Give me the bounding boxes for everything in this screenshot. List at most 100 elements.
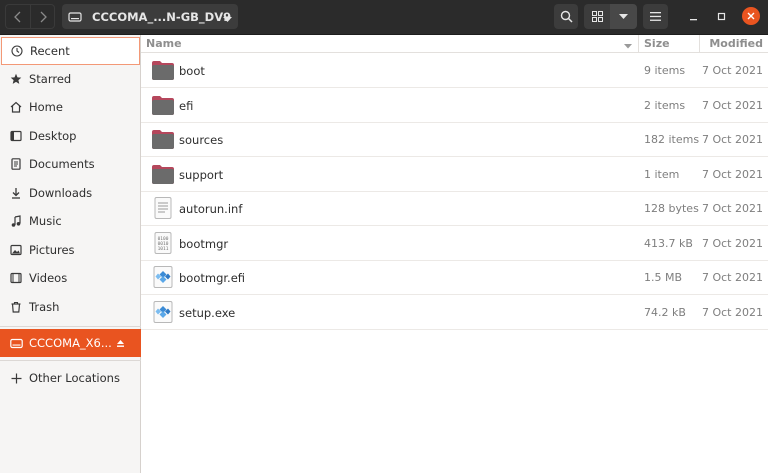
pictures-icon	[9, 243, 23, 257]
caret-down-icon	[223, 12, 232, 26]
videos-icon	[9, 271, 23, 285]
file-size: 128 bytes	[644, 202, 699, 215]
grid-view-button[interactable]	[584, 4, 610, 29]
path-bar-button[interactable]: CCCOMA_...N-GB_DV9	[62, 4, 238, 29]
file-row[interactable]: sources 182 items 7 Oct 2021	[141, 122, 768, 157]
close-icon	[747, 12, 755, 20]
caret-down-icon	[619, 13, 628, 19]
file-name: autorun.inf	[179, 202, 243, 216]
file-modified: 7 Oct 2021	[701, 237, 763, 250]
folder-icon	[152, 130, 174, 149]
plus-icon	[9, 371, 23, 385]
desktop-icon	[9, 129, 23, 143]
file-modified: 7 Oct 2021	[701, 99, 763, 112]
binary-file-icon: 010000101011	[154, 232, 172, 254]
sidebar-item-home[interactable]: Home	[0, 93, 141, 121]
file-name: bootmgr.efi	[179, 271, 246, 285]
file-modified: 7 Oct 2021	[701, 202, 763, 215]
grid-icon	[591, 11, 603, 22]
sidebar-item-label: Documents	[29, 157, 95, 171]
file-name: efi	[179, 99, 194, 113]
column-name-header[interactable]: Name	[146, 37, 182, 50]
file-size: 9 items	[644, 64, 686, 77]
file-name: setup.exe	[179, 306, 236, 320]
trash-icon	[9, 300, 23, 314]
drive-icon	[68, 11, 82, 23]
sidebar-item-label: Trash	[29, 300, 60, 314]
file-name: sources	[179, 133, 224, 147]
executable-file-icon	[153, 301, 173, 323]
sidebar-divider	[0, 360, 141, 361]
file-row[interactable]: autorun.inf 128 bytes 7 Oct 2021	[141, 191, 768, 226]
file-size: 2 items	[644, 99, 686, 112]
sidebar-item-pictures[interactable]: Pictures	[0, 236, 141, 264]
file-row[interactable]: efi 2 items 7 Oct 2021	[141, 88, 768, 123]
sidebar-item-label: Desktop	[29, 129, 77, 143]
hamburger-icon	[650, 12, 661, 21]
file-row[interactable]: setup.exe 74.2 kB 7 Oct 2021	[141, 295, 768, 330]
column-divider	[699, 35, 700, 53]
menu-button[interactable]	[643, 4, 668, 29]
clock-icon	[10, 44, 24, 58]
sidebar-item-documents[interactable]: Documents	[0, 150, 141, 178]
file-name: boot	[179, 64, 205, 78]
file-modified: 7 Oct 2021	[701, 133, 763, 146]
executable-file-icon	[153, 266, 173, 288]
folder-icon	[152, 165, 174, 184]
column-divider	[638, 35, 639, 53]
file-size: 1.5 MB	[644, 271, 683, 284]
drive-icon	[9, 336, 23, 350]
minimize-icon	[689, 19, 697, 21]
sidebar-item-label: Music	[29, 214, 62, 228]
file-name: support	[179, 168, 224, 182]
sidebar-item-recent[interactable]: Recent	[1, 37, 140, 65]
text-file-icon	[154, 197, 172, 219]
folder-icon	[152, 96, 174, 115]
column-header: Name Size Modified	[141, 35, 768, 53]
sidebar-item-drive[interactable]: CCCOMA_X6...	[0, 329, 141, 357]
sidebar-item-label: Recent	[30, 44, 70, 58]
search-button[interactable]	[554, 4, 578, 29]
sidebar-item-other-locations[interactable]: Other Locations	[0, 364, 141, 392]
folder-icon	[152, 61, 174, 80]
documents-icon	[9, 157, 23, 171]
header-bar: CCCOMA_...N-GB_DV9	[0, 0, 768, 35]
sidebar-item-desktop[interactable]: Desktop	[0, 122, 141, 150]
forward-button[interactable]	[30, 4, 55, 29]
file-list: Name Size Modified boot 9 items 7 Oct 20…	[141, 35, 768, 473]
close-button[interactable]	[742, 7, 760, 25]
sidebar-item-label: CCCOMA_X6...	[29, 336, 112, 350]
download-icon	[9, 186, 23, 200]
column-modified-header[interactable]: Modified	[709, 37, 763, 50]
file-row[interactable]: support 1 item 7 Oct 2021	[141, 157, 768, 192]
sidebar-item-trash[interactable]: Trash	[0, 293, 141, 321]
chevron-left-icon	[14, 11, 21, 22]
sidebar-divider	[0, 326, 141, 327]
sidebar-item-downloads[interactable]: Downloads	[0, 179, 141, 207]
column-size-header[interactable]: Size	[644, 37, 670, 50]
sidebar: Recent Starred Home Desktop Documents Do…	[0, 35, 141, 473]
sidebar-item-starred[interactable]: Starred	[0, 65, 141, 93]
file-row[interactable]: boot 9 items 7 Oct 2021	[141, 53, 768, 88]
back-button[interactable]	[5, 4, 30, 29]
file-modified: 7 Oct 2021	[701, 168, 763, 181]
home-icon	[9, 100, 23, 114]
sidebar-item-music[interactable]: Music	[0, 207, 141, 235]
view-options-button[interactable]	[610, 4, 637, 29]
maximize-button[interactable]	[711, 4, 731, 29]
file-row[interactable]: 0100 0010 1011 bootmgr 413.7 kB 7 Oct 2021	[141, 226, 768, 261]
sidebar-item-videos[interactable]: Videos	[0, 264, 141, 292]
eject-icon[interactable]	[116, 337, 125, 351]
svg-text:1011: 1011	[158, 246, 169, 252]
file-modified: 7 Oct 2021	[701, 271, 763, 284]
sort-down-icon	[624, 39, 632, 52]
sidebar-item-label: Pictures	[29, 243, 75, 257]
file-row[interactable]: bootmgr.efi 1.5 MB 7 Oct 2021	[141, 260, 768, 295]
file-size: 1 item	[644, 168, 680, 181]
file-size: 413.7 kB	[644, 237, 693, 250]
music-icon	[9, 214, 23, 228]
sidebar-item-label: Downloads	[29, 186, 93, 200]
sidebar-item-label: Starred	[29, 72, 72, 86]
minimize-button[interactable]	[683, 4, 703, 29]
file-modified: 7 Oct 2021	[701, 306, 763, 319]
